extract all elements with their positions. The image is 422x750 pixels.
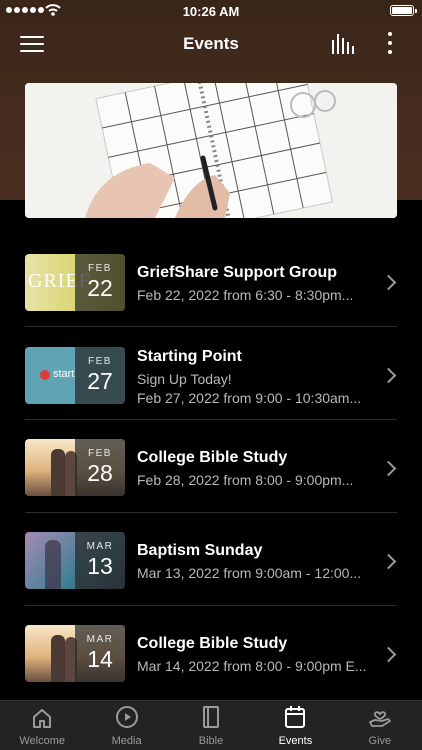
event-row[interactable]: FEB 28 College Bible Study Feb 28, 2022 … <box>0 420 422 513</box>
event-title: Baptism Sunday <box>137 542 263 559</box>
book-icon <box>203 706 220 728</box>
event-month: FEB <box>88 263 112 274</box>
tab-bible[interactable]: Bible <box>169 701 253 750</box>
tab-label: Bible <box>198 735 224 747</box>
nav-bar: Events <box>0 22 422 66</box>
event-subtitle: Feb 22, 2022 from 6:30 - 8:30pm... <box>137 287 354 303</box>
play-icon <box>115 706 138 728</box>
chevron-right-icon <box>380 274 397 291</box>
start-logo-icon <box>40 370 50 380</box>
give-icon <box>368 711 391 727</box>
event-row[interactable]: start FEB 27 Starting Point Sign Up Toda… <box>0 327 422 420</box>
thumbnail-text: start <box>53 368 75 380</box>
tab-label: Events <box>278 735 313 747</box>
event-month: FEB <box>88 356 112 367</box>
event-title: College Bible Study <box>137 635 288 652</box>
status-bar: 10:26 AM <box>0 0 422 22</box>
tab-welcome[interactable]: Welcome <box>0 701 84 750</box>
tab-label: Media <box>111 735 142 747</box>
event-row[interactable]: MAR 14 College Bible Study Mar 14, 2022 … <box>0 606 422 699</box>
event-title: GriefShare Support Group <box>137 264 338 281</box>
date-badge: MAR 13 <box>75 532 125 589</box>
event-day: 22 <box>87 275 113 301</box>
date-badge: FEB 27 <box>75 347 125 404</box>
event-title: College Bible Study <box>137 449 288 466</box>
audio-bars-icon[interactable] <box>332 34 356 54</box>
tab-media[interactable]: Media <box>84 701 168 750</box>
chevron-right-icon <box>380 367 397 384</box>
event-month: FEB <box>88 448 112 459</box>
date-badge: FEB 22 <box>75 254 125 311</box>
tab-give[interactable]: Give <box>338 701 422 750</box>
event-thumbnail: GRIEF FEB 22 <box>25 254 125 311</box>
event-row[interactable]: GRIEF FEB 22 GriefShare Support Group Fe… <box>0 232 422 327</box>
tab-label: Welcome <box>19 735 66 747</box>
event-thumbnail: MAR 13 <box>25 532 125 589</box>
event-subtitle: Sign Up Today! <box>137 371 232 387</box>
event-list: GRIEF FEB 22 GriefShare Support Group Fe… <box>0 232 422 699</box>
tab-events[interactable]: Events <box>253 701 337 750</box>
date-badge: MAR 14 <box>75 625 125 682</box>
event-day: 27 <box>87 368 113 394</box>
event-day: 13 <box>87 553 113 579</box>
event-date: Feb 27, 2022 from 9:00 - 10:30am... <box>137 390 362 406</box>
event-day: 14 <box>87 646 113 672</box>
event-month: MAR <box>86 634 114 645</box>
calendar-icon <box>285 706 306 728</box>
bottom-tab-bar: Welcome Media Bible Events Give <box>0 700 422 750</box>
event-subtitle: Feb 28, 2022 from 8:00 - 9:00pm... <box>137 472 354 488</box>
tab-label: Give <box>368 735 392 747</box>
chevron-right-icon <box>380 646 397 663</box>
event-thumbnail: MAR 14 <box>25 625 125 682</box>
event-subtitle: Mar 13, 2022 from 9:00am - 12:00... <box>137 565 362 581</box>
event-day: 28 <box>87 460 113 486</box>
event-month: MAR <box>86 541 114 552</box>
status-time: 10:26 AM <box>182 4 240 19</box>
home-icon <box>33 709 52 728</box>
more-options-icon[interactable] <box>388 32 392 59</box>
event-title: Starting Point <box>137 348 242 365</box>
chevron-right-icon <box>380 553 397 570</box>
event-thumbnail: FEB 28 <box>25 439 125 496</box>
chevron-right-icon <box>380 460 397 477</box>
event-subtitle: Mar 14, 2022 from 8:00 - 9:00pm E... <box>137 658 367 674</box>
event-row[interactable]: MAR 13 Baptism Sunday Mar 13, 2022 from … <box>0 513 422 606</box>
page-title: Events <box>183 34 239 53</box>
battery-icon <box>390 5 417 16</box>
date-badge: FEB 28 <box>75 439 125 496</box>
events-banner-image <box>25 83 397 218</box>
event-thumbnail: start FEB 27 <box>25 347 125 404</box>
